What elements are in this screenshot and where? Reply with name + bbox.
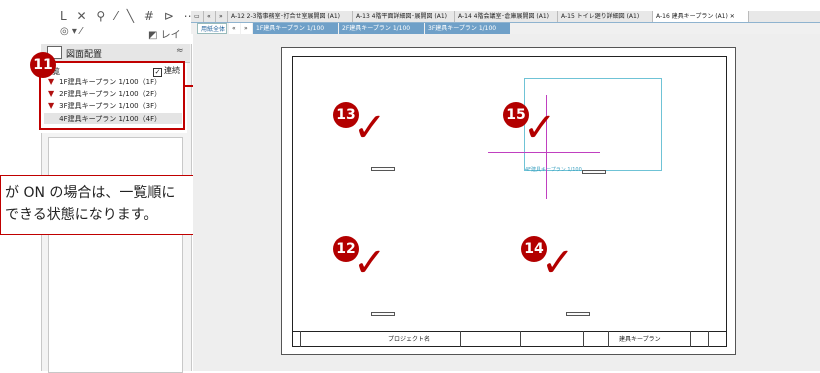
tab-2f-plan[interactable]: 2F建具キープラン 1/100 (339, 23, 424, 34)
project-name-label: プロジェクト名 (388, 336, 431, 343)
checkmark-icon: ✓ (541, 240, 575, 286)
title-block-divider (460, 331, 461, 347)
tab-a13[interactable]: A-13 4階平面詳細図･展開図 (A1) (353, 11, 455, 22)
tab-scroll-right[interactable]: » (216, 11, 228, 22)
tab-a12[interactable]: A-12 2-3階事務室･打合せ室展開図 (A1) (228, 11, 353, 22)
collapse-icon[interactable]: ≈ (176, 46, 184, 56)
property-panel (48, 137, 183, 373)
title-block-divider (583, 331, 584, 347)
checkmark-icon: ✓ (523, 105, 557, 151)
floor-4-viewport-label: 4F建具キープラン 1/100 (525, 167, 582, 173)
tab-scroll-left[interactable]: « (204, 11, 216, 22)
title-block-divider (300, 331, 301, 347)
document-tab-bar: ▭ « » A-12 2-3階事務室･打合せ室展開図 (A1) A-13 4階平… (191, 11, 820, 23)
viewport-label-box (566, 312, 590, 316)
sheet-scroll-left[interactable]: « (229, 23, 240, 34)
layer-icon: ◩ (148, 30, 158, 41)
title-block-divider (520, 331, 521, 347)
viewport-label-box (582, 170, 606, 174)
tab-a16[interactable]: A-16 建具キープラン (A1) ✕ (653, 11, 749, 22)
sheet-scroll-right[interactable]: » (241, 23, 252, 34)
tab-3f-plan[interactable]: 3F建具キープラン 1/100 (425, 23, 510, 34)
checkmark-icon: ✓ (353, 240, 387, 286)
tab-1f-plan[interactable]: 1F建具キープラン 1/100 (253, 23, 338, 34)
tab-whole-sheet[interactable]: 用紙全体 (197, 23, 227, 34)
title-block-divider (708, 331, 709, 347)
page-icon[interactable]: ▭ (191, 11, 204, 22)
title-block-divider (690, 331, 691, 347)
panel-title: 図面配置 (66, 50, 103, 60)
step-badge-11: 11 (30, 52, 56, 78)
title-block (292, 331, 727, 348)
crosshair-horizontal (488, 152, 600, 153)
drawing-title-label: 建具キープラン (619, 336, 661, 343)
toolbar-row-options: ◎ ▾ ⁄ ◩ レイヤ ▾ (60, 26, 190, 56)
viewport-label-box (371, 312, 395, 316)
title-block-divider (608, 331, 609, 347)
highlight-box (39, 61, 185, 130)
checkmark-icon: ✓ (353, 105, 387, 151)
viewport-label-box (371, 167, 395, 171)
toolbar-row-drawing-tools[interactable]: L ✕ ⚲ ⁄ ╲ # ⊳ ⋯ ▥ (60, 9, 217, 25)
tab-a15[interactable]: A-15 トイレ廻り詳細図 (A1) (558, 11, 653, 22)
snap-mode-dropdown[interactable]: ◎ ▾ ⁄ (60, 26, 82, 37)
tab-a14[interactable]: A-14 4階会議室･倉庫展開図 (A1) (455, 11, 558, 22)
sheet-tab-bar: 用紙全体 « » 1F建具キープラン 1/100 2F建具キープラン 1/100… (191, 23, 820, 34)
